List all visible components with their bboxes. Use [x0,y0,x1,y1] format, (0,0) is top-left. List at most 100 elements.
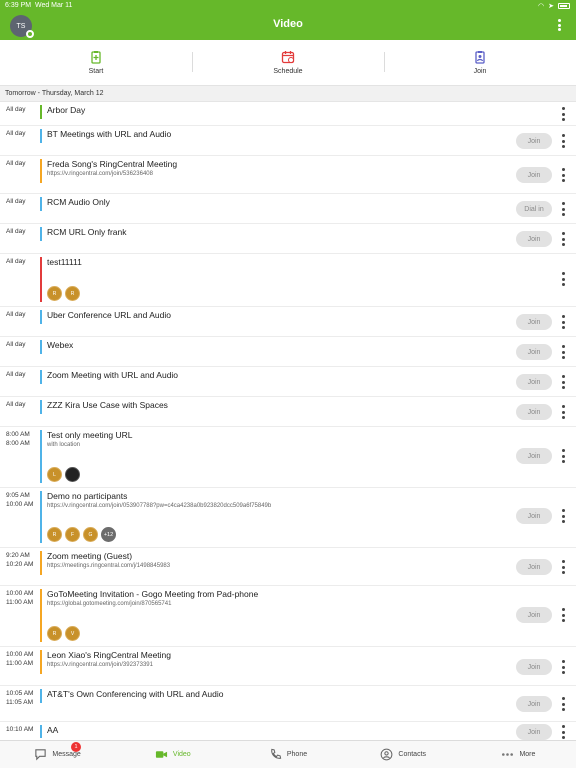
meeting-title: Webex [47,340,74,350]
bottom-tab-bar: Message 1 Video Phone Contacts More [0,740,576,768]
meeting-end-time: 8:00 AM [6,440,30,447]
start-meeting-button[interactable]: Start [0,40,192,85]
meeting-more-button[interactable] [560,697,566,711]
participant-avatar: L [47,467,62,482]
meeting-start-time: All day [6,341,26,348]
meeting-row[interactable]: All day ZZZ Kira Use Case with Spaces Join [0,397,576,427]
meeting-subtitle: with location [47,442,81,448]
meeting-row[interactable]: All day Zoom Meeting with URL and Audio Jo… [0,367,576,397]
meeting-title: test11111 [47,257,82,267]
meeting-start-time: 10:10 AM [6,726,34,733]
meeting-more-button[interactable] [560,345,566,359]
meeting-more-button[interactable] [560,405,566,419]
meeting-more-button[interactable] [560,232,566,246]
meeting-time: 10:10 AM [6,725,33,734]
join-button[interactable]: Join [516,374,552,390]
join-button[interactable]: Join [516,559,552,575]
tab-more[interactable]: More [461,741,576,768]
header-more-menu-button[interactable] [554,17,564,33]
meeting-color-bar [40,310,42,324]
join-button[interactable]: Join [516,448,552,464]
meeting-time: All day [6,310,26,319]
meeting-start-time: All day [6,228,26,235]
tab-contacts-label: Contacts [398,751,427,758]
tab-message-label: Message [52,751,81,758]
meeting-color-bar [40,551,42,575]
join-button[interactable]: Join [516,344,552,360]
meeting-title: Demo no participants [47,491,128,501]
start-meeting-icon [91,51,101,64]
join-button[interactable]: Join [516,659,552,675]
meeting-title: Uber Conference URL and Audio [47,310,171,320]
participant-avatar: F [65,527,80,542]
meeting-start-time: All day [6,160,26,167]
tab-more-label: More [519,751,536,758]
meeting-more-button[interactable] [560,315,566,329]
meeting-color-bar [40,370,42,384]
meeting-row[interactable]: 9:05 AM 10:00 AM Demo no participants https… [0,488,576,548]
meeting-list[interactable]: All day Arbor Day All day BT Meetings with … [0,102,576,740]
meeting-row[interactable]: 10:00 AM 11:00 AM Leon Xiao's RingCentral … [0,647,576,686]
meeting-row[interactable]: All day Webex Join [0,337,576,367]
meeting-row[interactable]: 9:20 AM 10:20 AM Zoom meeting (Guest) https… [0,548,576,586]
meeting-row[interactable]: All day BT Meetings with URL and Audio Joi… [0,126,576,156]
meeting-row[interactable]: All day RCM URL Only frank Join [0,224,576,254]
meeting-more-button[interactable] [560,560,566,574]
tab-phone[interactable]: Phone [230,741,345,768]
meeting-row[interactable]: All day Arbor Day [0,102,576,126]
meeting-color-bar [40,400,42,414]
join-button[interactable]: Join [516,724,552,740]
meeting-more-button[interactable] [560,660,566,674]
meeting-more-button[interactable] [560,375,566,389]
meeting-row[interactable]: All day Uber Conference URL and Audio Join [0,307,576,337]
tab-contacts[interactable]: Contacts [346,741,461,768]
meeting-color-bar [40,105,42,119]
meeting-subtitle: https://v.ringcentral.com/join/536236408 [47,171,153,177]
join-button[interactable]: Join [516,231,552,247]
participant-avatars: R F G +12 [47,527,116,542]
join-button[interactable]: Join [516,167,552,183]
meeting-time: All day [6,105,26,114]
meeting-more-button[interactable] [560,449,566,463]
schedule-meeting-button[interactable]: Schedule [192,40,384,85]
meeting-row[interactable]: All day Freda Song's RingCentral Meeting h… [0,156,576,194]
meeting-more-button[interactable] [560,272,566,286]
meeting-more-button[interactable] [560,608,566,622]
participant-avatar: R [47,626,62,641]
meeting-color-bar [40,197,42,211]
calendar-icon [281,51,295,64]
phone-icon [271,748,282,759]
join-button[interactable]: Join [516,508,552,524]
meeting-row[interactable]: All day test11111 R R [0,254,576,307]
join-button[interactable]: Join [516,133,552,149]
participant-photo-avatar [65,467,80,482]
join-button[interactable]: Join [516,404,552,420]
meeting-row[interactable]: 10:10 AM AA Join [0,722,576,740]
meeting-more-button[interactable] [560,202,566,216]
meeting-row[interactable]: 10:00 AM 11:00 AM GoToMeeting Invitation -… [0,586,576,647]
meeting-time: 9:05 AM 10:00 AM [6,491,33,509]
meeting-more-button[interactable] [560,134,566,148]
join-button[interactable]: Join [516,696,552,712]
dial-in-button[interactable]: Dial in [516,201,552,217]
meeting-more-button[interactable] [560,107,566,121]
join-button[interactable]: Join [516,607,552,623]
wifi-icon: ◠ [538,3,545,10]
join-meeting-button[interactable]: Join [384,40,576,85]
tab-video[interactable]: Video [115,741,230,768]
meeting-subtitle: https://meetings.ringcentral.com/j/14988… [47,563,171,569]
meeting-row[interactable]: All day RCM Audio Only Dial in [0,194,576,224]
meeting-more-button[interactable] [560,168,566,182]
meeting-end-time: 11:00 AM [6,660,33,667]
meeting-row[interactable]: 8:00 AM 8:00 AM Test only meeting URL with … [0,427,576,488]
meeting-start-time: All day [6,106,26,113]
status-bar: 6:39 PM Wed Mar 11 ◠ ➤ [0,2,576,12]
join-button[interactable]: Join [516,314,552,330]
meeting-title: Zoom Meeting with URL and Audio [47,370,179,380]
meeting-title: RCM Audio Only [47,197,110,207]
meeting-more-button[interactable] [560,725,566,739]
meeting-row[interactable]: 10:05 AM 11:05 AM AT&T's Own Conferencing … [0,686,576,722]
tab-message[interactable]: Message 1 [0,741,115,768]
participant-avatar: G [83,527,98,542]
meeting-more-button[interactable] [560,509,566,523]
